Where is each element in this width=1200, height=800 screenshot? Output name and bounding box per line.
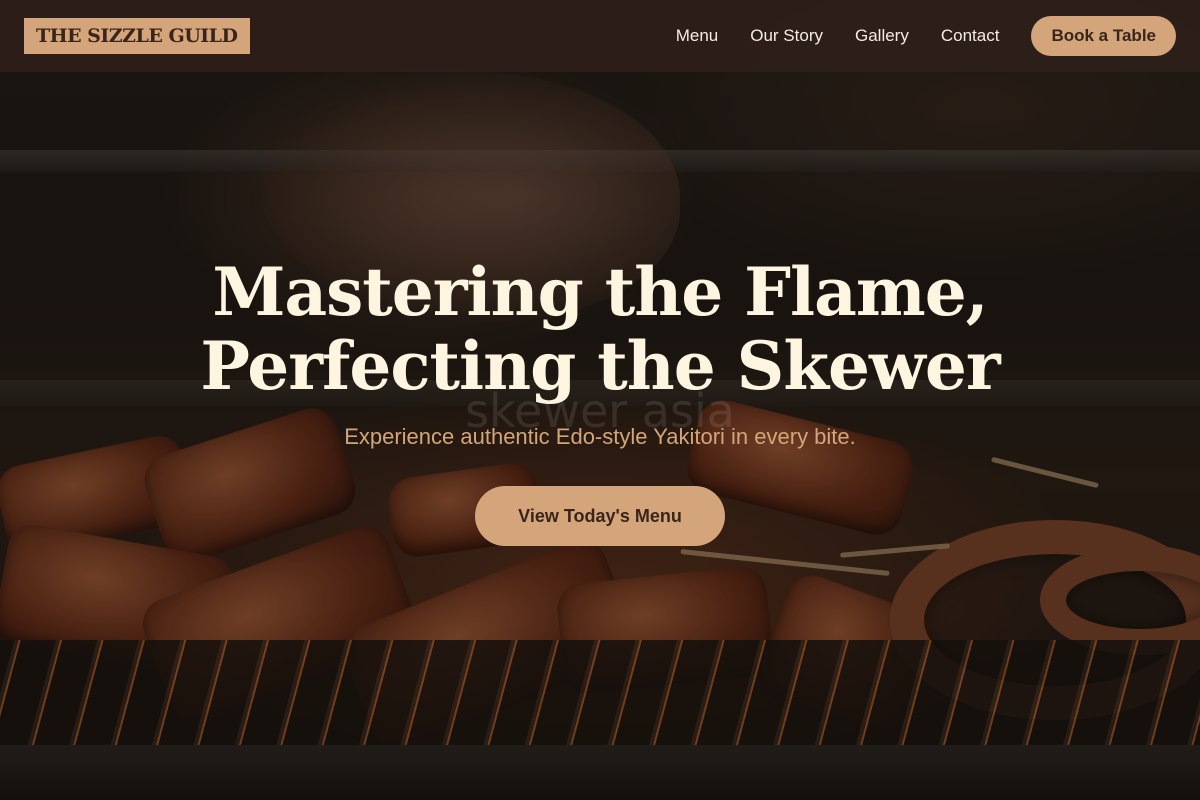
hero-title: Mastering the Flame, Perfecting the Skew…: [0, 255, 1200, 403]
nav-link-contact[interactable]: Contact: [941, 26, 1000, 46]
book-table-button[interactable]: Book a Table: [1031, 16, 1176, 56]
top-navbar: THE SIZZLE GUILD Menu Our Story Gallery …: [0, 0, 1200, 72]
nav-links: Menu Our Story Gallery Contact Book a Ta…: [676, 16, 1176, 56]
nav-link-gallery[interactable]: Gallery: [855, 26, 909, 46]
view-menu-button[interactable]: View Today's Menu: [475, 486, 725, 546]
brand-logo[interactable]: THE SIZZLE GUILD: [24, 18, 250, 54]
hero-title-line-1: Mastering the Flame,: [212, 253, 988, 331]
hero-subtitle: Experience authentic Edo-style Yakitori …: [344, 424, 856, 449]
nav-link-menu[interactable]: Menu: [676, 26, 719, 46]
nav-link-our-story[interactable]: Our Story: [750, 26, 823, 46]
hero-title-line-2: Perfecting the Skewer: [200, 327, 1000, 405]
